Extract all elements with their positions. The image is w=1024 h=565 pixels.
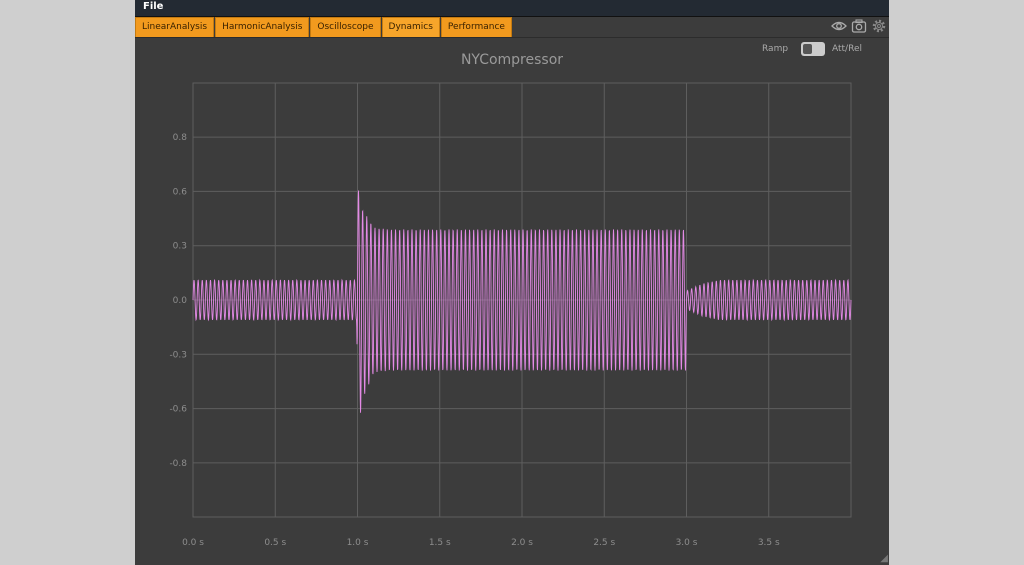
y-tick-label: -0.6 (169, 405, 187, 415)
x-tick-label: 3.0 s (676, 538, 698, 548)
x-tick-label: 2.0 s (511, 538, 533, 548)
y-tick-label: 0.8 (173, 133, 188, 143)
resize-grip-icon[interactable]: ◢ (880, 553, 888, 564)
x-tick-label: 1.5 s (429, 538, 451, 548)
x-tick-label: 2.5 s (593, 538, 615, 548)
y-tick-label: -0.3 (169, 350, 187, 360)
y-tick-label: 0.0 (173, 296, 188, 306)
waveform-chart: 0.8 0.6 0.3 0.0 -0.3 -0.6 -0.8 0.0 s 0.5 s 1.0 s 1… (169, 82, 852, 548)
y-tick-label: 0.3 (173, 242, 187, 252)
y-tick-label: 0.6 (173, 187, 188, 197)
x-tick-label: 1.0 s (347, 538, 369, 548)
x-tick-label: 3.5 s (758, 538, 780, 548)
app-window: File LinearAnalysis HarmonicAnalysis Osc… (135, 0, 889, 565)
x-tick-label: 0.0 s (182, 538, 204, 548)
x-tick-label: 0.5 s (264, 538, 286, 548)
y-tick-label: -0.8 (169, 459, 187, 469)
